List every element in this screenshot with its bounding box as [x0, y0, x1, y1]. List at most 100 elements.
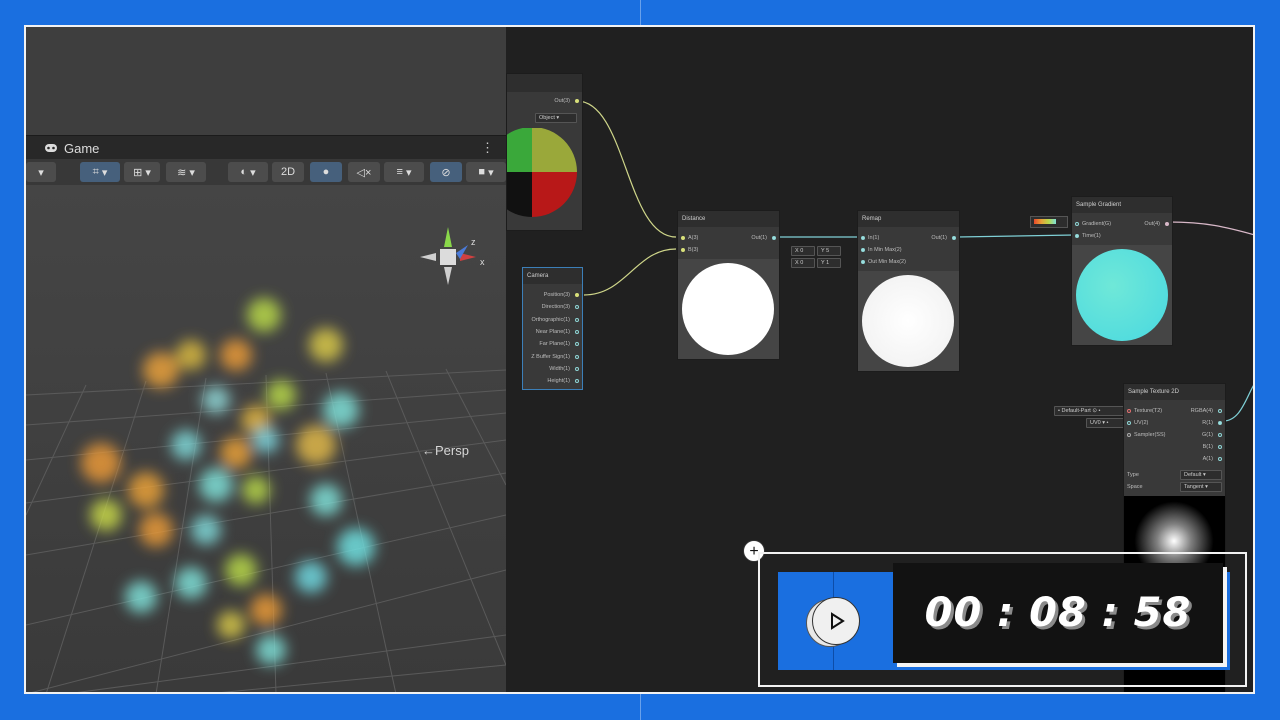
distance-a-dot[interactable] [681, 236, 685, 240]
sample-texture-out-dot[interactable] [1218, 433, 1222, 437]
camera-port-dot[interactable] [575, 293, 579, 297]
uv-channel-dropdown[interactable]: UV0 ▾ • [1086, 418, 1124, 428]
distance-node-title: Distance [678, 211, 779, 227]
type-label: Type [1127, 472, 1139, 478]
sample-gradient-preview [1072, 245, 1172, 345]
time-display: 00 : 08 : 58 [893, 563, 1223, 663]
audio-toggle[interactable]: ◁× [348, 162, 380, 182]
distance-out-dot[interactable] [772, 236, 776, 240]
camera-port-dot[interactable] [575, 317, 579, 322]
mode-2d-button[interactable]: 2D [272, 162, 304, 182]
position-space-dropdown[interactable]: Object ▾ [535, 113, 577, 123]
camera-node[interactable]: Camera Position(3) Direction(3) Orthograph… [522, 267, 583, 390]
scene-top-area [26, 27, 506, 135]
remap-out-min-max-dot[interactable] [861, 260, 865, 264]
distance-b-dot[interactable] [681, 248, 685, 252]
remap-out-min-max-port: Out Min Max(2) [868, 259, 906, 265]
camera-port-label: Orthographic(1) [531, 316, 570, 323]
eye-slash-icon: ⊘ [441, 166, 451, 179]
camera-port-label: Width(1) [549, 365, 570, 372]
sample-gradient-time-port: Time(1) [1082, 233, 1101, 239]
space-dropdown[interactable]: Tangent ▾ [1180, 482, 1222, 492]
snap-increment-button[interactable]: ⊞ ▾ [124, 162, 160, 182]
camera-port-dot[interactable] [575, 354, 579, 359]
sample-texture-texture-dot[interactable] [1127, 409, 1131, 413]
sample-gradient-node[interactable]: Sample Gradient Gradient(G) Time(1) Out(… [1071, 196, 1173, 346]
sample-texture-texture-port: Texture(T2) [1134, 408, 1163, 414]
distance-node[interactable]: Distance A(3) B(3) Out(1) [677, 210, 780, 360]
position-out-dot[interactable] [575, 99, 579, 103]
remap-node-title: Remap [858, 211, 959, 227]
sample-gradient-gradient-port: Gradient(G) [1082, 221, 1112, 227]
position-out-port[interactable]: Out(3) [554, 98, 570, 104]
camera-port-dot[interactable] [575, 379, 579, 384]
out-min-max-y-field[interactable]: Y 1 [817, 258, 841, 268]
out-min-max-x-label: X [795, 260, 799, 266]
gizmo-x-label: x [480, 257, 485, 267]
draw-mode-dropdown[interactable]: ▾ [26, 162, 56, 182]
sample-texture-out-label: A(1) [1202, 456, 1213, 462]
camera-port-label: Direction(3) [541, 304, 570, 311]
layers-icon: ≡ [396, 166, 403, 178]
sample-texture-out-dot[interactable] [1218, 409, 1222, 413]
type-dropdown[interactable]: Default ▾ [1180, 470, 1222, 480]
sample-gradient-gradient-dot[interactable] [1075, 222, 1079, 226]
play-button[interactable] [812, 597, 860, 645]
effects-button[interactable]: ≡ ▾ [384, 162, 424, 182]
in-min-max-y-label: Y [821, 248, 825, 254]
remap-node[interactable]: Remap In(1) In Min Max(2) Out Min Max(2)… [857, 210, 960, 372]
sample-gradient-time-dot[interactable] [1075, 234, 1079, 238]
camera-port-dot[interactable] [575, 342, 579, 347]
sample-gradient-out-dot[interactable] [1165, 222, 1169, 226]
texture-field[interactable]: • Default-Part ⊙ • [1054, 406, 1124, 416]
sample-texture-title: Sample Texture 2D [1124, 384, 1225, 400]
camera-port-dot[interactable] [575, 366, 579, 371]
gradient-field[interactable] [1030, 216, 1068, 228]
in-min-max-y-value: 5 [826, 248, 830, 254]
scene-panel: Game ⋮ ▾ ⌗ ▾ ⊞ ▾ ≋ ▾ ◐ ▾ 2D ● ◁× ≡ ▾ ⊘ ■… [26, 27, 506, 692]
more-options-icon[interactable]: ⋮ [481, 140, 494, 156]
camera-port-dot[interactable] [575, 305, 579, 310]
camera-button[interactable]: ■ ▾ [466, 162, 506, 182]
distance-b-port: B(3) [688, 247, 699, 253]
camera-port-dot[interactable] [575, 329, 579, 334]
sample-texture-sampler-dot[interactable] [1127, 433, 1131, 437]
distance-out-port: Out(1) [751, 235, 767, 241]
remap-in-dot[interactable] [861, 236, 865, 240]
sample-texture-out-dot[interactable] [1218, 457, 1222, 461]
in-min-max-x-field[interactable]: X 0 [791, 246, 815, 256]
out-min-max-x-field[interactable]: X 0 [791, 258, 815, 268]
position-node[interactable]: Out(3) Object ▾ [506, 73, 583, 231]
mute-icon: ◁× [356, 166, 372, 179]
distance-preview [678, 259, 779, 359]
tab-game[interactable]: Game [44, 136, 99, 160]
grid-snap-button[interactable]: ⌗ ▾ [80, 162, 120, 182]
out-min-max-y-value: 1 [826, 260, 830, 266]
remap-in-min-max-dot[interactable] [861, 248, 865, 252]
mode-2d-label: 2D [280, 166, 296, 178]
in-min-max-x-label: X [795, 248, 799, 254]
sample-texture-uv-dot[interactable] [1127, 421, 1131, 425]
audio-wave-button[interactable]: ≋ ▾ [166, 162, 206, 182]
in-min-max-y-field[interactable]: Y 5 [817, 246, 841, 256]
sample-texture-out-dot[interactable] [1218, 445, 1222, 449]
remap-in-port: In(1) [868, 235, 880, 241]
game-tab-bar: Game ⋮ [26, 135, 506, 160]
orientation-gizmo[interactable]: z x [408, 223, 498, 303]
out-min-max-x-value: 0 [800, 260, 804, 266]
lighting-toggle[interactable]: ● [310, 162, 342, 182]
scene-viewport[interactable]: z x ←Persp [26, 185, 506, 692]
gradient-swatch [1034, 219, 1056, 224]
sample-texture-out-label: R(1) [1202, 420, 1213, 426]
camera-port-label: Height(1) [547, 378, 570, 385]
sample-gradient-title: Sample Gradient [1072, 197, 1172, 213]
visibility-toggle[interactable]: ⊘ [430, 162, 462, 182]
tab-game-label: Game [64, 140, 100, 156]
play-icon [831, 612, 845, 630]
shading-mode-button[interactable]: ◐ ▾ [228, 162, 268, 182]
remap-out-dot[interactable] [952, 236, 956, 240]
projection-label[interactable]: ←Persp [422, 443, 469, 458]
position-space-value: Object [539, 115, 555, 121]
sample-texture-out-dot[interactable] [1218, 421, 1222, 425]
sample-texture-out-label: G(1) [1202, 432, 1213, 438]
